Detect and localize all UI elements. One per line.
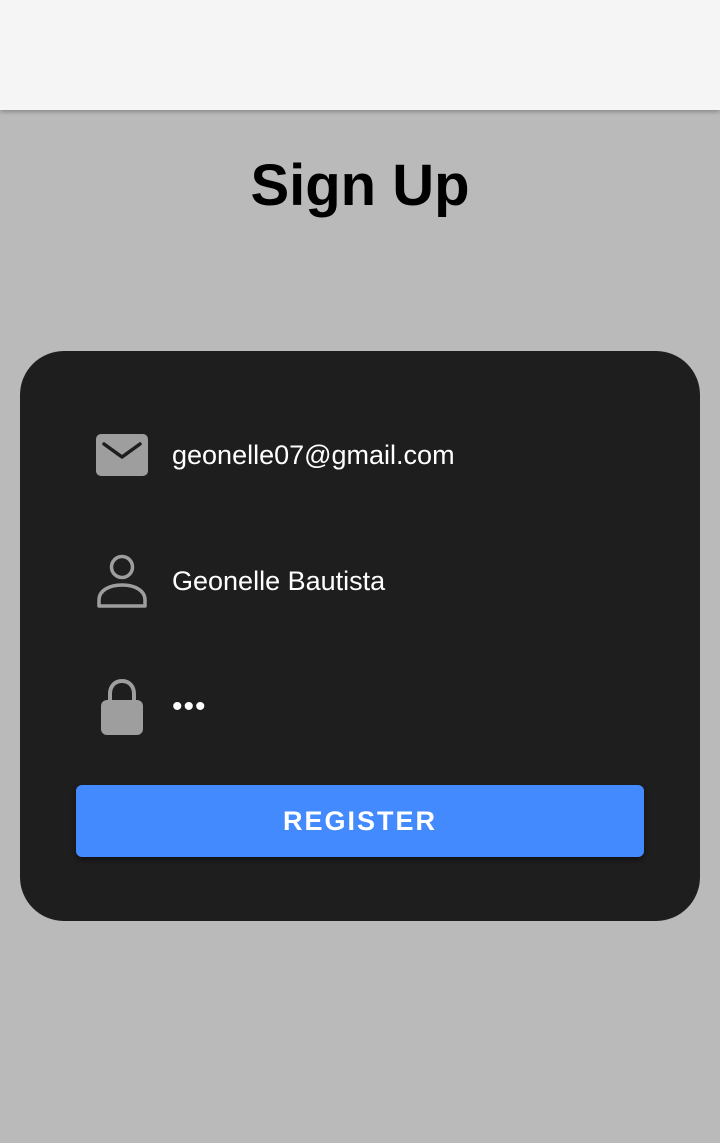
register-button[interactable]: REGISTER: [76, 785, 644, 857]
app-bar: [0, 0, 720, 110]
password-input[interactable]: [168, 682, 628, 732]
email-field-row: [76, 425, 644, 485]
name-field-row: [76, 551, 644, 611]
page-title: Sign Up: [250, 153, 470, 218]
person-icon: [76, 551, 168, 611]
email-input[interactable]: [168, 430, 628, 480]
name-input[interactable]: [168, 556, 628, 606]
password-field-row: [76, 677, 644, 737]
lock-icon: [76, 677, 168, 737]
email-icon: [76, 425, 168, 485]
